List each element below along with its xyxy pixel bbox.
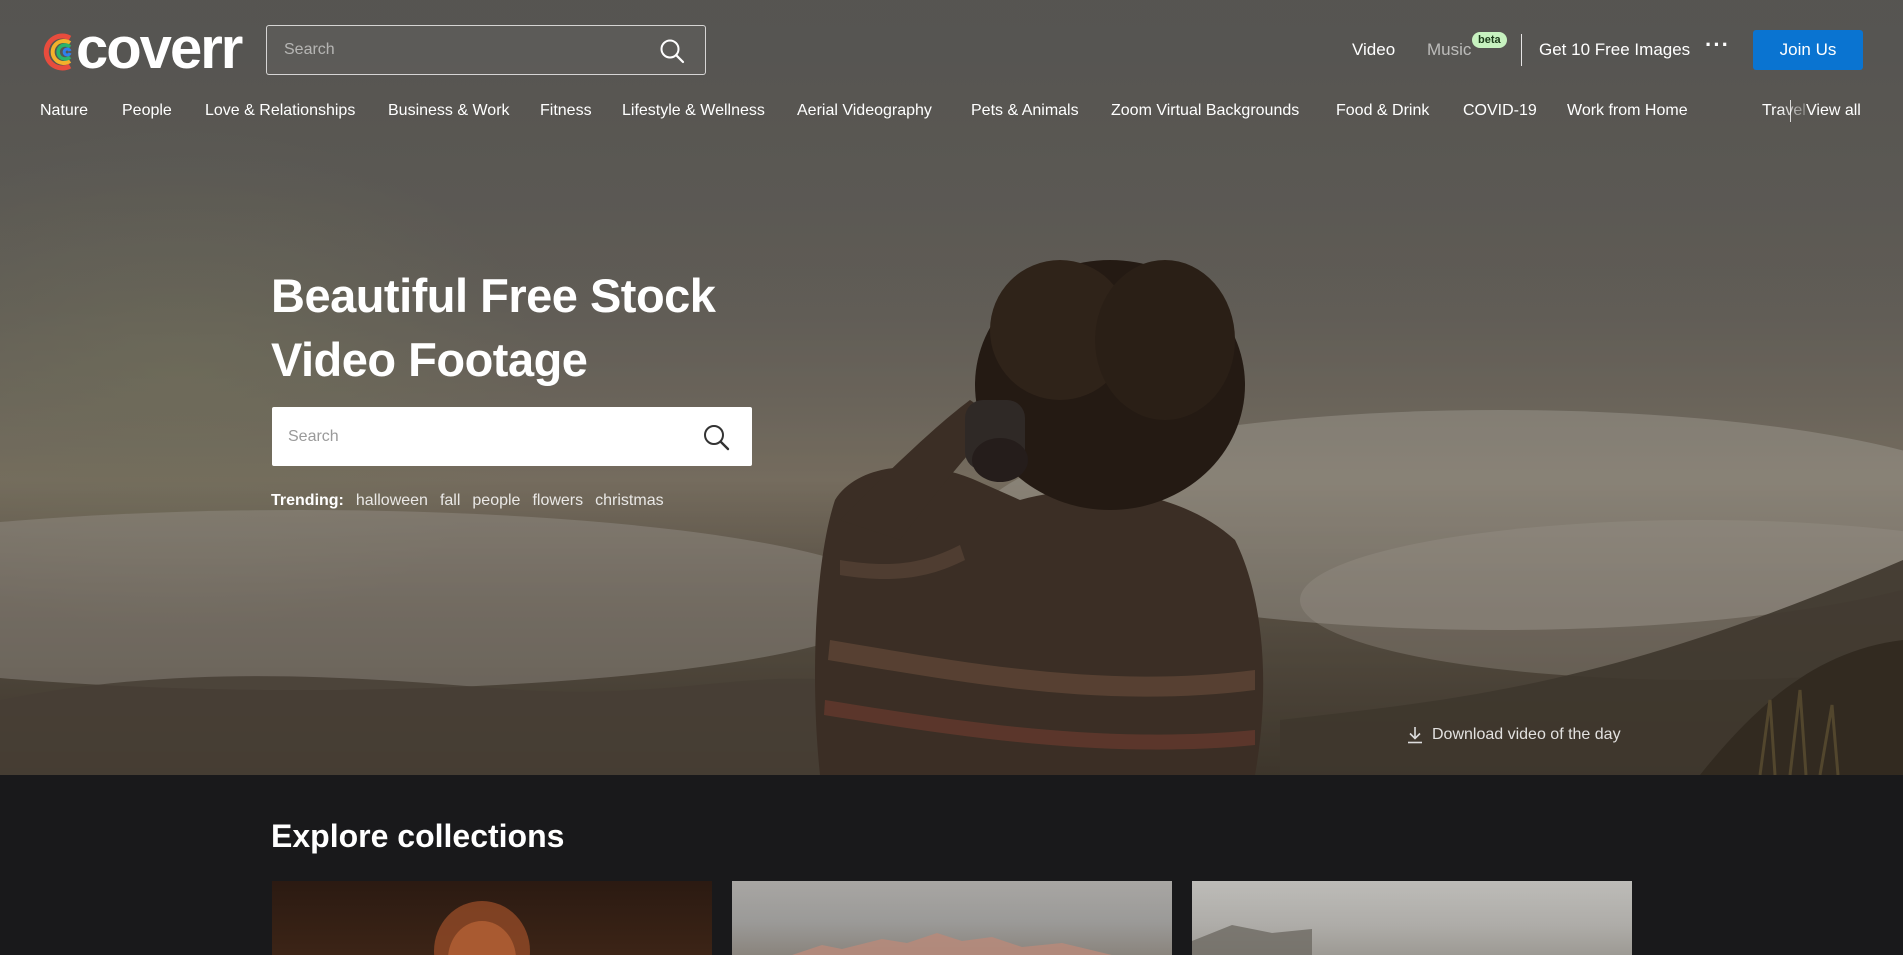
collection-thumbnail — [792, 933, 1112, 955]
explore-collections-heading: Explore collections — [271, 818, 565, 854]
hero-title-line1: Beautiful Free Stock — [271, 269, 716, 322]
download-video-label: Download video of the day — [1432, 726, 1621, 743]
nav-free-images-link[interactable]: Get 10 Free Images — [1539, 40, 1690, 60]
category-aerial-videography[interactable]: Aerial Videography — [797, 102, 932, 120]
beta-badge: beta — [1472, 32, 1507, 48]
collection-card[interactable] — [1192, 881, 1632, 955]
top-navigation-bar: coverr Video Music beta Get 10 Free Imag… — [0, 0, 1903, 100]
nav-music-link[interactable]: Music — [1427, 40, 1471, 60]
category-business-work[interactable]: Business & Work — [388, 102, 510, 120]
trending-tag-fall[interactable]: fall — [440, 492, 460, 510]
search-icon[interactable] — [702, 423, 730, 451]
collection-card[interactable] — [732, 881, 1172, 955]
nav-divider — [1521, 34, 1522, 66]
coverr-logo[interactable]: coverr — [40, 16, 243, 81]
nav-video-link[interactable]: Video — [1352, 40, 1395, 60]
hero-title-line2: Video Footage — [271, 333, 588, 386]
logo-rainbow-mark — [40, 32, 74, 72]
hero-search-box — [272, 407, 752, 466]
category-fitness[interactable]: Fitness — [540, 102, 592, 120]
collection-thumbnail — [1192, 925, 1312, 955]
header-search-input[interactable] — [267, 26, 705, 74]
search-icon[interactable] — [659, 38, 685, 64]
category-pets-animals[interactable]: Pets & Animals — [971, 102, 1079, 120]
category-nature[interactable]: Nature — [40, 102, 88, 120]
hero-search-input[interactable] — [272, 407, 752, 466]
category-nav: Nature People Love & Relationships Busin… — [40, 100, 1863, 128]
trending-tag-flowers[interactable]: flowers — [532, 492, 583, 510]
logo-wordmark: coverr — [76, 16, 243, 81]
trending-tags: Trending: halloween fall people flowers … — [271, 492, 676, 510]
category-work-from-home[interactable]: Work from Home — [1567, 102, 1688, 120]
category-love-relationships[interactable]: Love & Relationships — [205, 102, 355, 120]
trending-label: Trending: — [271, 492, 344, 509]
category-divider — [1790, 100, 1791, 122]
trending-tag-halloween[interactable]: halloween — [356, 492, 428, 510]
category-zoom-backgrounds[interactable]: Zoom Virtual Backgrounds — [1111, 102, 1299, 120]
join-us-button[interactable]: Join Us — [1753, 30, 1863, 70]
category-covid-19[interactable]: COVID-19 — [1463, 102, 1537, 120]
category-people[interactable]: People — [122, 102, 172, 120]
collection-thumbnail — [434, 901, 530, 955]
trending-tag-people[interactable]: people — [472, 492, 520, 510]
category-lifestyle-wellness[interactable]: Lifestyle & Wellness — [622, 102, 765, 120]
more-icon[interactable]: ··· — [1705, 34, 1730, 56]
category-view-all[interactable]: View all — [1806, 102, 1861, 120]
category-food-drink[interactable]: Food & Drink — [1336, 102, 1429, 120]
category-travel-truncated[interactable]: Travel & Leisure — [1722, 100, 1816, 124]
collection-card[interactable] — [272, 881, 712, 955]
header-search-box — [266, 25, 706, 75]
hero-title: Beautiful Free Stock Video Footage — [271, 264, 791, 392]
download-icon — [1406, 726, 1424, 744]
download-video-of-the-day[interactable]: Download video of the day — [1406, 726, 1621, 744]
trending-tag-christmas[interactable]: christmas — [595, 492, 663, 510]
